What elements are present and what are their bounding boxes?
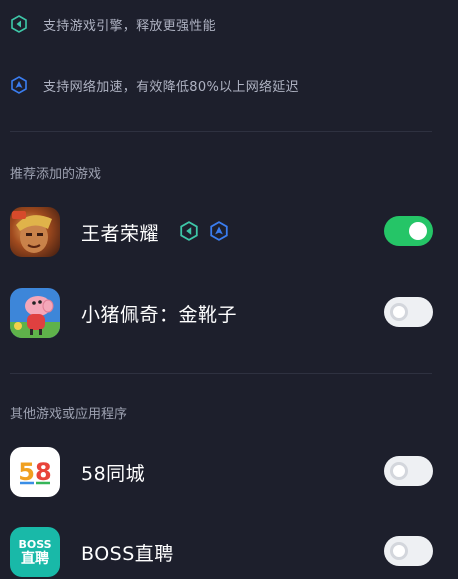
- feature-network-accel: 支持网络加速，有效降低80%以上网络延迟: [10, 73, 299, 97]
- toggle-knob: [390, 303, 408, 321]
- feature-game-engine-text: 支持游戏引擎，释放更强性能: [43, 18, 216, 34]
- game-engine-icon: [179, 221, 199, 245]
- app-row-boss-zhipin[interactable]: BOSS 直聘 BOSS直聘: [0, 523, 458, 579]
- game-space-settings: 支持游戏引擎，释放更强性能 支持网络加速，有效降低80%以上网络延迟 推荐添加的…: [0, 0, 458, 579]
- 58-tongcheng-app-name: 58同城: [81, 463, 146, 485]
- network-accel-icon: [10, 76, 28, 94]
- peppa-pig-toggle[interactable]: [384, 297, 433, 327]
- network-accel-icon: [209, 221, 229, 245]
- honor-of-kings-toggle[interactable]: [384, 216, 433, 246]
- app-row-58-tongcheng[interactable]: 58 58同城: [0, 443, 458, 503]
- divider: [10, 373, 432, 374]
- 58-tongcheng-toggle[interactable]: [384, 456, 433, 486]
- toggle-knob: [390, 542, 408, 560]
- toggle-knob: [390, 462, 408, 480]
- feature-network-accel-text: 支持网络加速，有效降低80%以上网络延迟: [43, 79, 299, 95]
- boss-zhipin-toggle[interactable]: [384, 536, 433, 566]
- app-row-honor-of-kings[interactable]: 王者荣耀: [0, 203, 458, 263]
- boss-icon-text-bottom: 直聘: [21, 550, 49, 567]
- peppa-pig-app-icon: [10, 288, 60, 338]
- peppa-pig-app-name: 小猪佩奇：金靴子: [81, 304, 238, 326]
- honor-of-kings-app-name: 王者荣耀: [81, 223, 160, 245]
- 58-tongcheng-app-icon: 58: [10, 447, 60, 497]
- feature-game-engine: 支持游戏引擎，释放更强性能: [10, 12, 216, 36]
- game-engine-icon: [10, 15, 28, 33]
- others-section-title: 其他游戏或应用程序: [10, 407, 128, 422]
- divider: [10, 131, 432, 132]
- toggle-knob: [409, 222, 427, 240]
- honor-of-kings-badges: [179, 221, 229, 245]
- boss-icon-text-top: BOSS: [18, 537, 52, 551]
- honor-of-kings-app-icon: [10, 207, 60, 257]
- app-row-peppa-pig[interactable]: 小猪佩奇：金靴子: [0, 284, 458, 344]
- boss-zhipin-app-icon: BOSS 直聘: [10, 527, 60, 577]
- boss-zhipin-app-name: BOSS直聘: [81, 543, 174, 565]
- recommended-section-title: 推荐添加的游戏: [10, 167, 102, 182]
